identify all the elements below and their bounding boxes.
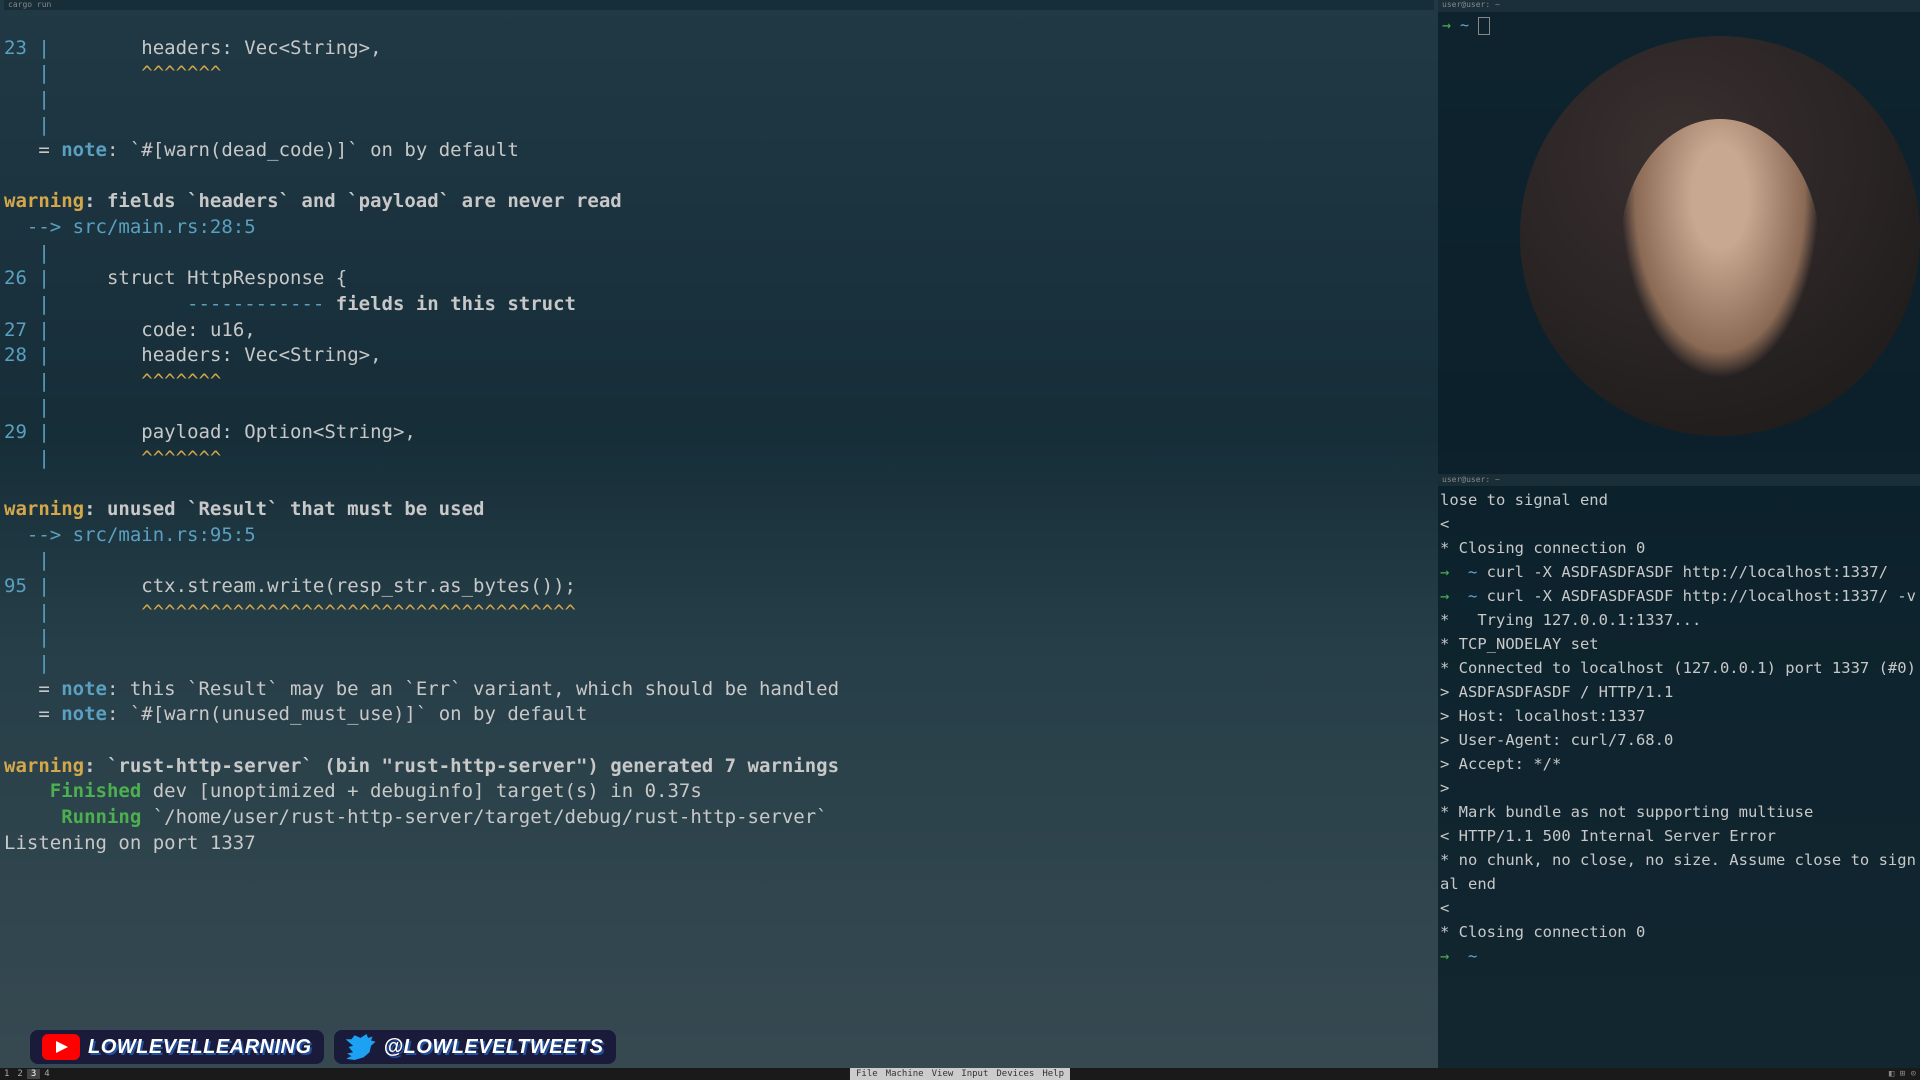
menu-help[interactable]: Help — [1042, 1069, 1064, 1079]
note-label: note — [61, 139, 107, 161]
warning-text: : unused `Result` that must be used — [84, 498, 484, 520]
vm-status-icons[interactable]: ◧ ⊞ ⊙ — [1889, 1069, 1916, 1079]
desktop: cargo run 23 | headers: Vec<String>, | ^… — [0, 0, 1920, 1080]
webcam-person — [1620, 119, 1820, 379]
output-line: * Closing connection 0 — [1440, 923, 1645, 941]
output-line: > Accept: */* — [1440, 755, 1561, 773]
prompt-arrow-icon: → — [1442, 16, 1451, 34]
note-text: : this `Result` may be an `Err` variant,… — [107, 678, 839, 700]
output-line: * Closing connection 0 — [1440, 539, 1645, 557]
underline: ^^^^^^^ — [50, 447, 222, 469]
terminal-bottom-right[interactable]: user@user: ~ lose to signal end < * Clos… — [1438, 474, 1920, 1072]
workspace-1[interactable]: 1 — [0, 1069, 13, 1079]
note-text: : `#[warn(dead_code)]` on by default — [107, 139, 519, 161]
output-line: < HTTP/1.1 500 Internal Server Error — [1440, 827, 1776, 845]
code-line: headers: Vec<String>, — [50, 37, 382, 59]
line-number: 95 — [4, 575, 27, 597]
warning-label: warning — [4, 755, 84, 777]
youtube-badge: LOWLEVELLEARNING — [30, 1030, 324, 1064]
code-line: headers: Vec<String>, — [50, 344, 382, 366]
source-location: --> src/main.rs:28:5 — [4, 216, 256, 238]
output-line: * Connected to localhost (127.0.0.1) por… — [1440, 659, 1916, 677]
underline: ^^^^^^^ — [50, 370, 222, 392]
output-line: * Mark bundle as not supporting multiuse — [1440, 803, 1813, 821]
output-line: > — [1440, 779, 1459, 797]
twitter-badge: @LOWLEVELTWEETS — [334, 1030, 616, 1064]
source-location: --> src/main.rs:95:5 — [4, 524, 256, 546]
running-text: `/home/user/rust-http-server/target/debu… — [141, 806, 827, 828]
workspace-4[interactable]: 4 — [40, 1069, 53, 1079]
vm-menubar[interactable]: File Machine View Input Devices Help — [850, 1068, 1070, 1080]
command-line: curl -X ASDFASDFASDF http://localhost:13… — [1487, 563, 1888, 581]
output-line: < — [1440, 899, 1459, 917]
menu-devices[interactable]: Devices — [996, 1069, 1034, 1079]
line-number: 23 — [4, 37, 27, 59]
terminal-br-output: lose to signal end < * Closing connectio… — [1438, 486, 1920, 970]
line-number: 29 — [4, 421, 27, 443]
taskbar[interactable]: 1 2 3 4 File Machine View Input Devices … — [0, 1068, 1920, 1080]
underline: ^^^^^^^ — [50, 62, 222, 84]
note-eq: = — [4, 139, 50, 161]
cursor-icon — [1478, 17, 1490, 35]
finished-text: dev [unoptimized + debuginfo] target(s) … — [141, 780, 702, 802]
output-line: * no chunk, no close, no size. Assume cl… — [1440, 851, 1916, 893]
output-line: lose to signal end — [1440, 491, 1608, 509]
line-number: 27 — [4, 319, 27, 341]
terminal-br-title: user@user: ~ — [1438, 474, 1920, 486]
output-line: * Trying 127.0.0.1:1337... — [1440, 611, 1701, 629]
listening-text: Listening on port 1337 — [4, 832, 256, 854]
command-line: curl -X ASDFASDFASDF http://localhost:13… — [1487, 587, 1916, 605]
code-line: code: u16, — [50, 319, 256, 341]
note-label: note — [61, 703, 107, 725]
annotation-text: fields in this struct — [324, 293, 576, 315]
underline: ^^^^^^^^^^^^^^^^^^^^^^^^^^^^^^^^^^^^^^ — [50, 601, 576, 623]
warning-label: warning — [4, 190, 84, 212]
code-line: payload: Option<String>, — [50, 421, 416, 443]
workspace-switcher[interactable]: 1 2 3 4 — [0, 1069, 54, 1079]
code-line: struct HttpResponse { — [50, 267, 347, 289]
menu-file[interactable]: File — [856, 1069, 878, 1079]
warning-text: : fields `headers` and `payload` are nev… — [84, 190, 622, 212]
twitter-handle: @LOWLEVELTWEETS — [384, 1036, 604, 1059]
terminal-left[interactable]: cargo run 23 | headers: Vec<String>, | ^… — [0, 0, 1438, 1074]
workspace-2[interactable]: 2 — [13, 1069, 26, 1079]
twitter-icon — [346, 1034, 376, 1060]
menu-machine[interactable]: Machine — [886, 1069, 924, 1079]
terminal-left-title: cargo run — [4, 0, 1434, 10]
running-label: Running — [4, 806, 141, 828]
warning-text: : `rust-http-server` (bin "rust-http-ser… — [84, 755, 839, 777]
output-line: * TCP_NODELAY set — [1440, 635, 1599, 653]
output-line: > Host: localhost:1337 — [1440, 707, 1645, 725]
note-label: note — [61, 678, 107, 700]
youtube-icon — [42, 1034, 80, 1060]
warning-label: warning — [4, 498, 84, 520]
webcam-overlay — [1520, 36, 1920, 436]
terminal-tr-output: → ~ — [1438, 12, 1920, 39]
social-overlay: LOWLEVELLEARNING @LOWLEVELTWEETS — [30, 1030, 616, 1064]
line-number: 28 — [4, 344, 27, 366]
line-number: 26 — [4, 267, 27, 289]
note-text: : `#[warn(unused_must_use)]` on by defau… — [107, 703, 587, 725]
output-line: > User-Agent: curl/7.68.0 — [1440, 731, 1673, 749]
terminal-tr-title: user@user: ~ — [1438, 0, 1920, 12]
prompt-path: ~ — [1451, 16, 1478, 34]
finished-label: Finished — [4, 780, 141, 802]
menu-input[interactable]: Input — [961, 1069, 988, 1079]
output-line: > ASDFASDFASDF / HTTP/1.1 — [1440, 683, 1673, 701]
terminal-left-output: 23 | headers: Vec<String>, | ^^^^^^^ | |… — [4, 10, 1434, 856]
workspace-3[interactable]: 3 — [27, 1069, 40, 1079]
output-line: < — [1440, 515, 1459, 533]
youtube-handle: LOWLEVELLEARNING — [88, 1036, 312, 1059]
underline-dash: ------------ — [50, 293, 325, 315]
menu-view[interactable]: View — [932, 1069, 954, 1079]
code-line: ctx.stream.write(resp_str.as_bytes()); — [50, 575, 576, 597]
